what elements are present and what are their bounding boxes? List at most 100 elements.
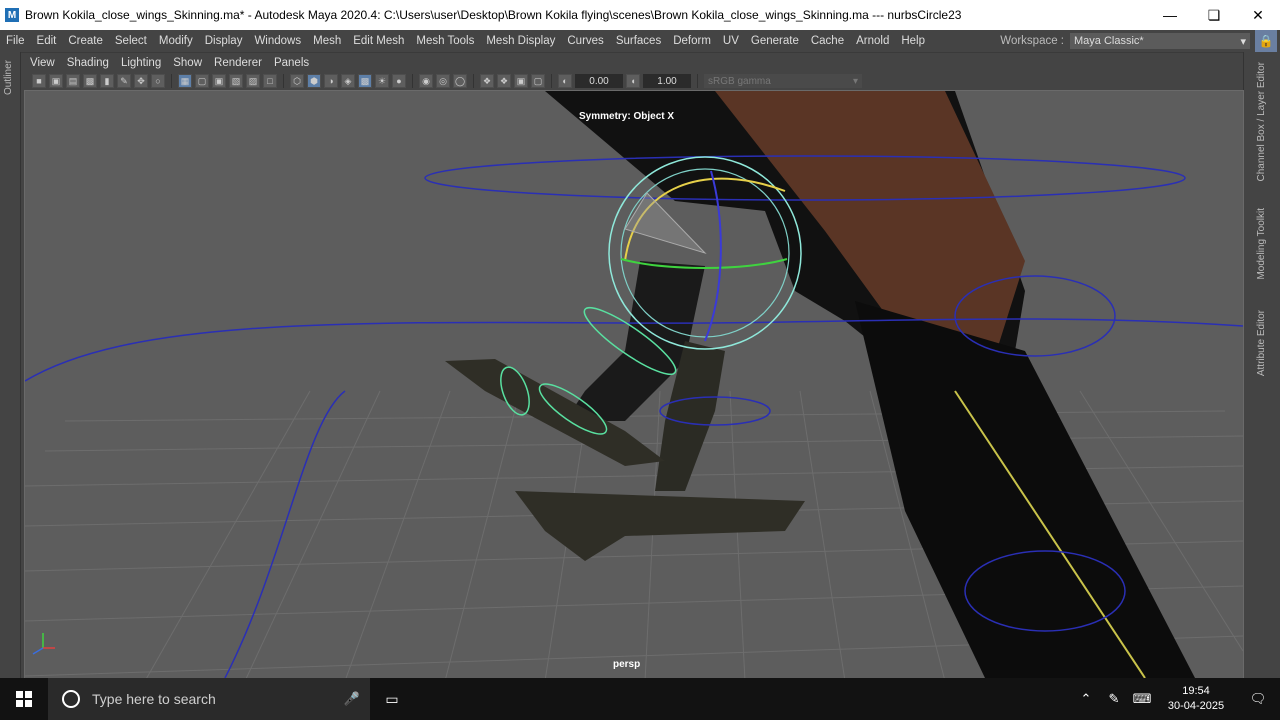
pen-icon[interactable]: ✎ bbox=[1100, 691, 1128, 707]
menu-surfaces[interactable]: Surfaces bbox=[610, 35, 667, 47]
ambient-occlusion-icon[interactable]: ◉ bbox=[419, 74, 433, 88]
xray-icon[interactable]: ▩ bbox=[358, 74, 372, 88]
motion-blur-icon[interactable]: ◎ bbox=[436, 74, 450, 88]
maximize-button[interactable]: ❏ bbox=[1192, 0, 1236, 30]
field-chart-icon[interactable]: ▨ bbox=[246, 74, 260, 88]
menu-help[interactable]: Help bbox=[895, 35, 931, 47]
cortana-icon bbox=[62, 690, 80, 708]
camera-attributes-icon[interactable]: ▣ bbox=[49, 74, 63, 88]
bookmarks-icon[interactable]: ▤ bbox=[66, 74, 80, 88]
film-gate-icon[interactable]: ▢ bbox=[195, 74, 209, 88]
menu-generate[interactable]: Generate bbox=[745, 35, 805, 47]
panel-menu-show[interactable]: Show bbox=[167, 57, 208, 69]
attributes-icon[interactable]: ○ bbox=[151, 74, 165, 88]
grid-icon[interactable]: ▦ bbox=[178, 74, 192, 88]
lighting-icon[interactable]: ☀ bbox=[375, 74, 389, 88]
panel-menu-shading[interactable]: Shading bbox=[61, 57, 115, 69]
menu-edit-mesh[interactable]: Edit Mesh bbox=[347, 35, 410, 47]
workspace-label: Workspace : bbox=[1000, 35, 1064, 47]
2d-pan-zoom-icon[interactable]: ✥ bbox=[134, 74, 148, 88]
lock-camera-icon[interactable]: ▮ bbox=[100, 74, 114, 88]
toolbar-divider bbox=[697, 74, 698, 88]
clock[interactable]: 19:54 30-04-2025 bbox=[1156, 684, 1236, 714]
workspace-selector: Workspace : Maya Classic* ▾ bbox=[1000, 30, 1250, 52]
menu-mesh-tools[interactable]: Mesh Tools bbox=[410, 35, 480, 47]
keyboard-icon[interactable]: ⌨ bbox=[1128, 691, 1156, 707]
channel-box-tab[interactable]: Channel Box / Layer Editor bbox=[1256, 62, 1267, 182]
gate-mask-icon[interactable]: ▧ bbox=[229, 74, 243, 88]
select-camera-icon[interactable]: ■ bbox=[32, 74, 46, 88]
right-foot bbox=[515, 491, 805, 561]
system-tray: ⌃ ✎ ⌨ 19:54 30-04-2025 🗨 bbox=[1072, 678, 1280, 720]
default-material-icon[interactable]: ◑ bbox=[324, 74, 338, 88]
menu-curves[interactable]: Curves bbox=[561, 35, 609, 47]
outliner-tab[interactable]: Outliner bbox=[3, 60, 14, 95]
menu-uv[interactable]: UV bbox=[717, 35, 745, 47]
exposure-field[interactable]: 0.00 bbox=[575, 74, 623, 88]
wireframe-icon[interactable]: ⬡ bbox=[290, 74, 304, 88]
windows-logo-icon bbox=[16, 691, 32, 707]
safe-action-icon[interactable]: □ bbox=[263, 74, 277, 88]
perspective-viewport[interactable]: Symmetry: Object X persp bbox=[24, 90, 1244, 679]
menu-mesh[interactable]: Mesh bbox=[307, 35, 347, 47]
taskbar-search-box[interactable]: Type here to search 🎤 bbox=[48, 678, 370, 720]
gamma-icon[interactable]: ◖ bbox=[626, 74, 640, 88]
panel-menu-bar: View Shading Lighting Show Renderer Pane… bbox=[24, 54, 315, 72]
menu-windows[interactable]: Windows bbox=[248, 35, 307, 47]
menu-display[interactable]: Display bbox=[199, 35, 249, 47]
search-placeholder: Type here to search bbox=[92, 691, 216, 707]
microphone-icon[interactable]: 🎤 bbox=[344, 691, 360, 707]
chevron-down-icon: ▾ bbox=[852, 75, 858, 87]
lock-icon[interactable]: 🔒 bbox=[1255, 30, 1277, 52]
anti-aliasing-icon[interactable]: ◯ bbox=[453, 74, 467, 88]
xray-active-icon[interactable]: ▣ bbox=[514, 74, 528, 88]
menu-file[interactable]: File bbox=[0, 35, 31, 47]
smooth-shade-icon[interactable]: ⬢ bbox=[307, 74, 321, 88]
panel-menu-renderer[interactable]: Renderer bbox=[208, 57, 268, 69]
attribute-editor-tab[interactable]: Attribute Editor bbox=[1256, 310, 1267, 376]
clock-time: 19:54 bbox=[1182, 685, 1210, 697]
camera-label: persp bbox=[613, 659, 641, 670]
outliner-strip: Outliner bbox=[0, 52, 21, 680]
toolbar-divider bbox=[551, 74, 552, 88]
menu-create[interactable]: Create bbox=[62, 35, 109, 47]
start-button[interactable] bbox=[0, 678, 48, 720]
maya-app-icon: M bbox=[5, 8, 19, 22]
wireframe-on-shaded-icon[interactable]: ◈ bbox=[341, 74, 355, 88]
menu-edit[interactable]: Edit bbox=[31, 35, 63, 47]
title-bar: M Brown Kokila_close_wings_Skinning.ma* … bbox=[0, 0, 1280, 30]
workspace-dropdown[interactable]: Maya Classic* ▾ bbox=[1070, 33, 1250, 49]
toolbar-divider bbox=[412, 74, 413, 88]
chevron-down-icon: ▾ bbox=[1240, 35, 1246, 48]
chevron-up-icon[interactable]: ⌃ bbox=[1072, 691, 1100, 707]
minimize-button[interactable]: — bbox=[1148, 0, 1192, 30]
toolbar-divider bbox=[171, 74, 172, 88]
menu-arnold[interactable]: Arnold bbox=[850, 35, 895, 47]
xray-joints-icon[interactable]: ❖ bbox=[497, 74, 511, 88]
notification-icon[interactable]: 🗨 bbox=[1236, 691, 1280, 707]
resolution-gate-icon[interactable]: ▣ bbox=[212, 74, 226, 88]
image-plane-icon[interactable]: ▩ bbox=[83, 74, 97, 88]
task-view-button[interactable]: ▭ bbox=[370, 678, 414, 720]
symmetry-label: Symmetry: Object X bbox=[579, 111, 675, 122]
isolate-select-icon[interactable]: ❖ bbox=[480, 74, 494, 88]
toolbar-divider bbox=[473, 74, 474, 88]
hud-icon[interactable]: ▢ bbox=[531, 74, 545, 88]
modeling-toolkit-tab[interactable]: Modeling Toolkit bbox=[1256, 208, 1267, 280]
menu-mesh-display[interactable]: Mesh Display bbox=[480, 35, 561, 47]
color-space-dropdown[interactable]: sRGB gamma ▾ bbox=[704, 74, 862, 88]
menu-modify[interactable]: Modify bbox=[153, 35, 199, 47]
menu-deform[interactable]: Deform bbox=[667, 35, 717, 47]
exposure-icon[interactable]: ◐ bbox=[558, 74, 572, 88]
shadows-icon[interactable]: ● bbox=[392, 74, 406, 88]
menu-select[interactable]: Select bbox=[109, 35, 153, 47]
tail-feathers bbox=[855, 301, 1195, 678]
panel-menu-lighting[interactable]: Lighting bbox=[115, 57, 167, 69]
gamma-field[interactable]: 1.00 bbox=[643, 74, 691, 88]
grease-pencil-icon[interactable]: ✎ bbox=[117, 74, 131, 88]
menu-cache[interactable]: Cache bbox=[805, 35, 850, 47]
panel-menu-panels[interactable]: Panels bbox=[268, 57, 315, 69]
close-button[interactable]: ✕ bbox=[1236, 0, 1280, 30]
panel-menu-view[interactable]: View bbox=[24, 57, 61, 69]
panel-toolbar: ■ ▣ ▤ ▩ ▮ ✎ ✥ ○ ▦ ▢ ▣ ▧ ▨ □ ⬡ ⬢ ◑ ◈ ▩ ☀ … bbox=[24, 72, 1252, 90]
